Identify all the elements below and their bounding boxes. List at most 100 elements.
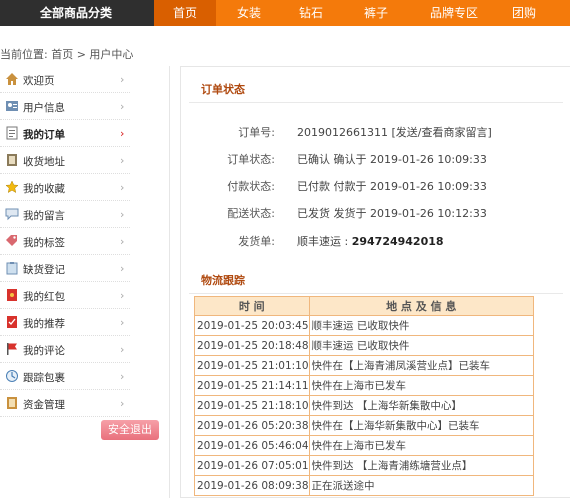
nav-item-groupbuy[interactable]: 团购	[496, 0, 552, 26]
package-icon	[6, 370, 18, 382]
nav-item-diamond[interactable]: 钻石	[282, 0, 340, 26]
wallet-icon	[7, 397, 17, 409]
star-icon	[5, 180, 19, 194]
sidebar-item-funds[interactable]: 资金管理 ›	[0, 390, 130, 417]
chevron-right-icon: ›	[120, 127, 125, 140]
sidebar-item-label: 欢迎页	[23, 75, 55, 87]
order-state-label: 订单状态:	[227, 153, 275, 166]
chevron-right-icon: ›	[120, 73, 125, 86]
order-state-row: 订单状态: 已确认 确认于 2019-01-26 10:09:33	[181, 151, 570, 167]
nav-item-home[interactable]: 首页	[154, 0, 216, 26]
sidebar-item-welcome[interactable]: 欢迎页 ›	[0, 66, 130, 93]
clipboard-icon	[6, 262, 18, 275]
table-row: 2019-01-25 21:18:10 快件到达 【上海华新集散中心】	[194, 395, 535, 416]
invoice-carrier: 顺丰速运 :	[297, 235, 352, 248]
red-envelope-icon	[7, 289, 17, 301]
time-cell: 2019-01-25 20:18:48	[194, 335, 310, 356]
chevron-right-icon: ›	[120, 262, 125, 275]
sidebar-item-label: 我的收藏	[23, 183, 65, 195]
time-cell: 2019-01-25 21:14:11	[194, 375, 310, 396]
sidebar-item-tags[interactable]: 我的标签 ›	[0, 228, 130, 255]
info-column-header: 地 点 及 信 息	[308, 296, 535, 316]
shipping-state-value: 已发货 发货于 2019-01-26 10:12:33	[297, 207, 487, 220]
time-cell: 2019-01-26 05:20:38	[194, 415, 310, 436]
sidebar-item-red-envelope[interactable]: 我的红包 ›	[0, 282, 130, 309]
table-header-row: 时 间 地 点 及 信 息	[194, 296, 535, 316]
sidebar-item-label: 我的红包	[23, 291, 65, 303]
chevron-right-icon: ›	[120, 397, 125, 410]
table-row: 2019-01-25 21:01:10 快件在【上海青浦凤溪营业点】已装车	[194, 355, 535, 376]
sidebar-item-label: 我的推荐	[23, 318, 65, 330]
chevron-right-icon: ›	[120, 316, 125, 329]
table-row: 2019-01-25 20:18:48 顺丰速运 已收取快件	[194, 335, 535, 356]
document-icon	[6, 126, 18, 140]
table-row: 2019-01-26 05:46:04 快件在上海市已发车	[194, 435, 535, 456]
order-number-label: 订单号:	[238, 126, 275, 139]
sidebar-item-label: 我的标签	[23, 237, 65, 249]
order-state-value: 已确认 确认于 2019-01-26 10:09:33	[297, 153, 487, 166]
time-cell: 2019-01-25 20:03:45	[194, 315, 310, 336]
tag-icon	[6, 235, 17, 246]
home-icon	[6, 73, 18, 85]
nav-item-womens[interactable]: 女装	[216, 0, 282, 26]
invoice-number: 294724942018	[351, 235, 444, 248]
nav-item-pants[interactable]: 裤子	[340, 0, 412, 26]
sidebar-item-label: 资金管理	[23, 399, 65, 411]
sidebar-item-user-info[interactable]: 用户信息 ›	[0, 93, 130, 120]
time-cell: 2019-01-25 21:18:10	[194, 395, 310, 416]
tracking-title: 物流跟踪	[189, 268, 563, 294]
top-nav: 全部商品分类 首页 女装 钻石 裤子 品牌专区 团购	[0, 0, 570, 26]
info-cell: 快件到达 【上海华新集散中心】	[308, 395, 535, 416]
info-cell: 快件在上海市已发车	[308, 375, 535, 396]
sidebar-item-label: 收货地址	[23, 156, 65, 168]
sidebar-item-reviews[interactable]: 我的评论 ›	[0, 336, 130, 363]
info-cell: 快件在【上海华新集散中心】已装车	[308, 415, 535, 436]
time-cell: 2019-01-26 05:46:04	[194, 435, 310, 456]
chevron-right-icon: ›	[120, 208, 125, 221]
order-number-value[interactable]: 2019012661311 [发送/查看商家留言]	[297, 124, 492, 140]
address-book-icon	[7, 154, 17, 166]
sidebar-item-label: 我的留言	[23, 210, 65, 222]
chevron-right-icon: ›	[120, 235, 125, 248]
speech-bubble-icon	[5, 208, 19, 221]
table-row: 2019-01-25 20:03:45 顺丰速运 已收取快件	[194, 315, 535, 336]
breadcrumb: 当前位置: 首页 > 用户中心	[0, 48, 134, 61]
sidebar-item-track-package[interactable]: 跟踪包裹 ›	[0, 363, 130, 390]
shipping-state-label: 配送状态:	[227, 207, 275, 220]
sidebar: 欢迎页 › 用户信息 › 我的订单 › 收货地址 › 我的收藏 › 我的留言 ›…	[0, 66, 170, 498]
order-number-row: 订单号: 2019012661311 [发送/查看商家留言]	[181, 124, 570, 140]
time-cell: 2019-01-25 21:01:10	[194, 355, 310, 376]
info-cell: 快件在【上海青浦凤溪营业点】已装车	[308, 355, 535, 376]
sidebar-item-label: 缺货登记	[23, 264, 65, 276]
table-row: 2019-01-26 05:20:38 快件在【上海华新集散中心】已装车	[194, 415, 535, 436]
sidebar-item-my-orders[interactable]: 我的订单 ›	[0, 120, 130, 147]
time-cell: 2019-01-26 08:09:38	[194, 475, 310, 496]
recommend-icon	[7, 316, 17, 328]
order-status-title: 订单状态	[189, 77, 563, 103]
chevron-right-icon: ›	[120, 289, 125, 302]
info-cell: 顺丰速运 已收取快件	[308, 315, 535, 336]
payment-state-label: 付款状态:	[227, 180, 275, 193]
nav-item-brands[interactable]: 品牌专区	[412, 0, 496, 26]
sidebar-item-favorites[interactable]: 我的收藏 ›	[0, 174, 130, 201]
shipping-state-row: 配送状态: 已发货 发货于 2019-01-26 10:12:33	[181, 205, 570, 221]
all-categories-button[interactable]: 全部商品分类	[0, 0, 154, 26]
chevron-right-icon: ›	[120, 154, 125, 167]
sidebar-item-label: 用户信息	[23, 102, 65, 114]
time-cell: 2019-01-26 07:05:01	[194, 455, 310, 476]
flag-icon	[7, 343, 17, 355]
sidebar-item-stockout[interactable]: 缺货登记 ›	[0, 255, 130, 282]
info-cell: 快件到达 【上海青浦练塘营业点】	[308, 455, 535, 476]
info-cell: 快件在上海市已发车	[308, 435, 535, 456]
chevron-right-icon: ›	[120, 181, 125, 194]
invoice-value: 顺丰速运 : 294724942018	[297, 233, 444, 249]
chevron-right-icon: ›	[120, 100, 125, 113]
payment-state-row: 付款状态: 已付款 付款于 2019-01-26 10:09:33	[181, 178, 570, 194]
time-column-header: 时 间	[194, 296, 310, 316]
sidebar-item-address[interactable]: 收货地址 ›	[0, 147, 130, 174]
sidebar-item-recommend[interactable]: 我的推荐 ›	[0, 309, 130, 336]
table-row: 2019-01-26 07:05:01 快件到达 【上海青浦练塘营业点】	[194, 455, 535, 476]
sidebar-item-messages[interactable]: 我的留言 ›	[0, 201, 130, 228]
logout-button[interactable]: 安全退出	[101, 420, 159, 440]
sidebar-item-label: 跟踪包裹	[23, 372, 65, 384]
